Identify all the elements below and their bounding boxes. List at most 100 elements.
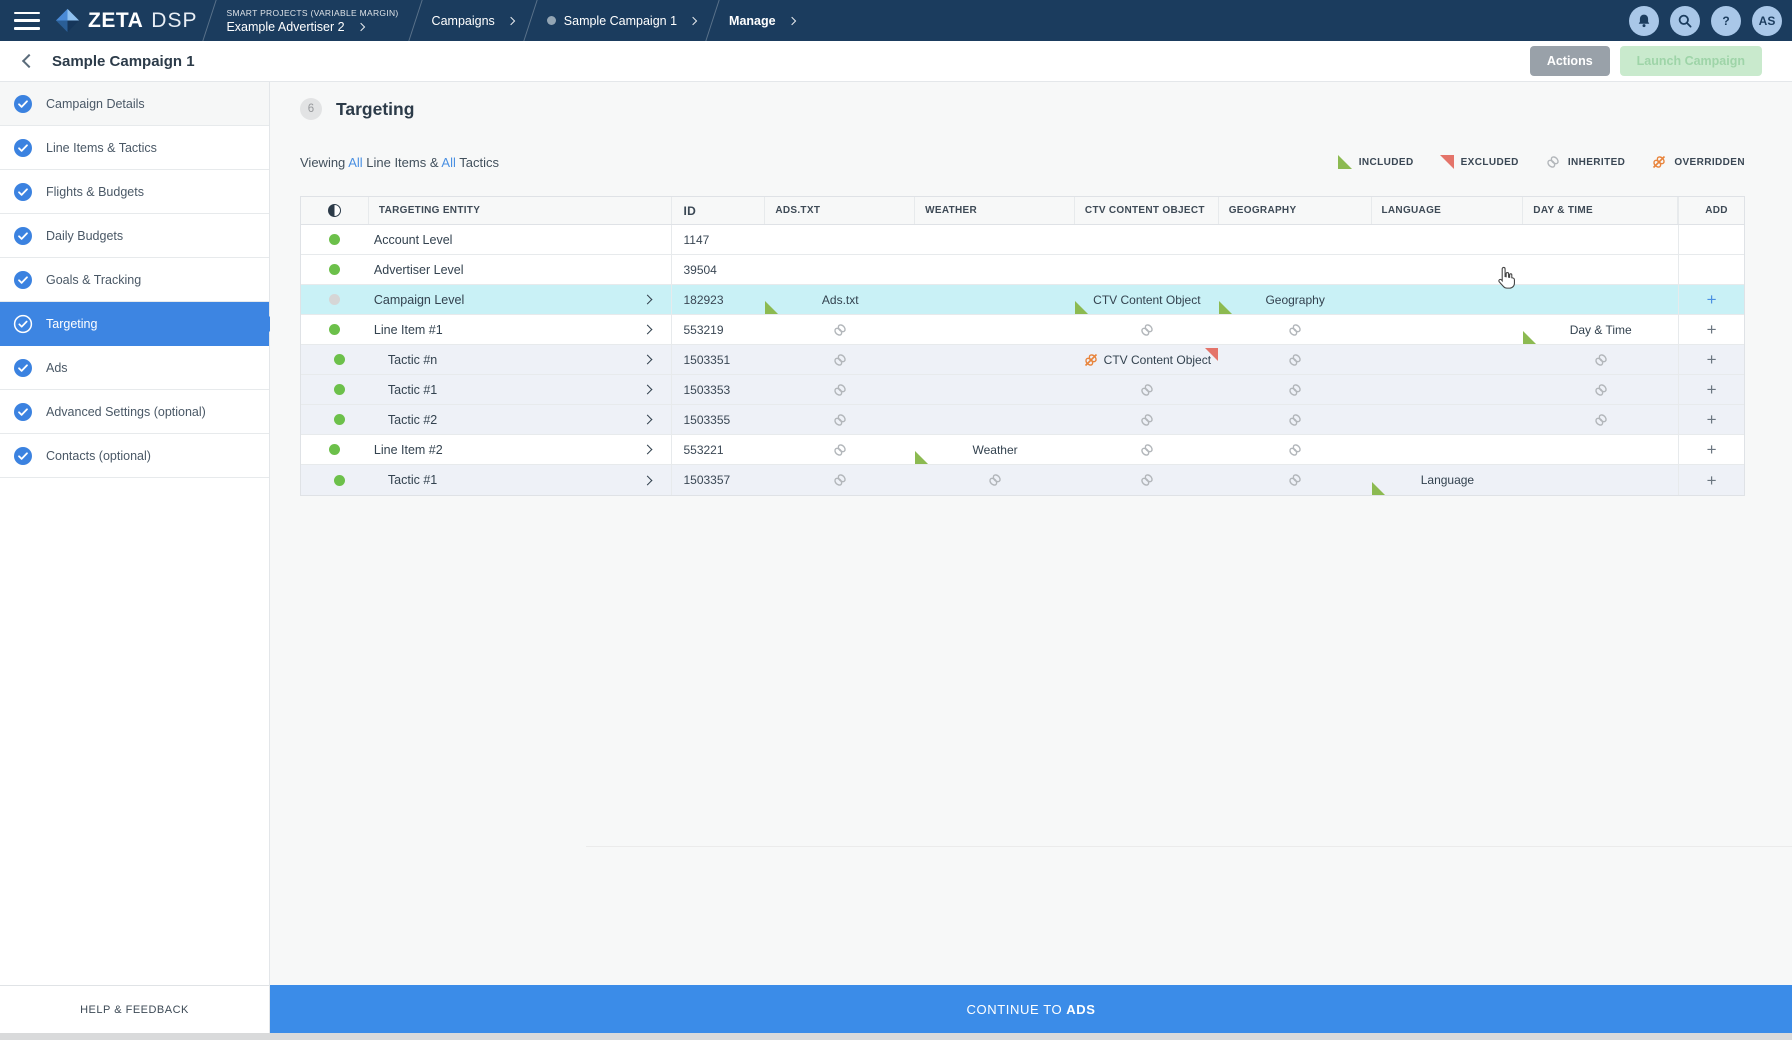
targeting-cell-label: CTV Content Object xyxy=(1093,293,1200,307)
viewing-text: Tactics xyxy=(456,155,499,170)
status-dot-icon xyxy=(334,414,345,425)
expand-chevron-icon[interactable] xyxy=(643,325,653,335)
cell-add xyxy=(1678,255,1744,284)
included-marker-icon xyxy=(1523,331,1536,344)
legend-label: INCLUDED xyxy=(1359,157,1414,168)
sidebar-item-line-items-tactics[interactable]: Line Items & Tactics xyxy=(0,126,269,170)
column-header-status xyxy=(301,197,369,224)
sidebar-item-ads[interactable]: Ads xyxy=(0,346,269,390)
cell-status xyxy=(301,225,369,254)
inherited-icon xyxy=(832,352,848,368)
cell-language xyxy=(1372,225,1524,254)
notifications-button[interactable] xyxy=(1629,6,1659,36)
cell-weather: Weather xyxy=(915,435,1075,464)
top-nav-bar: ZETA DSP SMART PROJECTS (VARIABLE MARGIN… xyxy=(0,0,1792,41)
help-feedback-link[interactable]: HELP & FEEDBACK xyxy=(0,985,270,1033)
cell-id: 1503357 xyxy=(672,465,765,495)
cell-geography xyxy=(1219,405,1372,434)
continue-to-ads-bar[interactable]: CONTINUE TOADS xyxy=(270,985,1792,1033)
included-marker-icon xyxy=(1219,301,1232,314)
targeting-cell-label: CTV Content Object xyxy=(1104,353,1211,367)
chevron-right-icon xyxy=(787,16,795,24)
table-row[interactable]: Account Level 1147 xyxy=(301,225,1744,255)
contrast-toggle-icon[interactable] xyxy=(328,204,341,217)
avatar[interactable]: AS xyxy=(1752,6,1782,36)
zeta-dsp-logo[interactable]: ZETA DSP xyxy=(54,7,197,34)
expand-chevron-icon[interactable] xyxy=(643,475,653,485)
table-row[interactable]: Tactic #1 1503353 + xyxy=(301,375,1744,405)
status-dot-icon xyxy=(329,234,340,245)
cell-add: + xyxy=(1678,375,1744,404)
help-button[interactable]: ? xyxy=(1711,6,1741,36)
expand-chevron-icon[interactable] xyxy=(643,415,653,425)
cell-weather xyxy=(915,285,1075,314)
cell-geography xyxy=(1219,225,1372,254)
cell-entity: Campaign Level xyxy=(369,285,673,314)
table-row[interactable]: Campaign Level 182923 Ads.txtCTV Content… xyxy=(301,285,1744,315)
sidebar-item-label: Contacts (optional) xyxy=(46,449,151,463)
table-row[interactable]: Tactic #2 1503355 + xyxy=(301,405,1744,435)
add-targeting-button[interactable]: + xyxy=(1707,381,1717,398)
check-circle-icon xyxy=(13,182,33,202)
actions-button[interactable]: Actions xyxy=(1530,46,1610,76)
search-button[interactable] xyxy=(1670,6,1700,36)
check-circle-icon xyxy=(13,226,33,246)
add-targeting-button[interactable]: + xyxy=(1707,411,1717,428)
breadcrumb[interactable]: Manage xyxy=(715,0,809,41)
table-row[interactable]: Line Item #1 553219 Day & Time + xyxy=(301,315,1744,345)
cell-geography xyxy=(1219,345,1372,374)
cell-adstxt xyxy=(765,435,915,464)
sidebar-item-label: Targeting xyxy=(46,317,97,331)
cell-entity: Account Level xyxy=(369,225,673,254)
breadcrumb[interactable]: Campaigns xyxy=(418,0,528,41)
table-row[interactable]: Tactic #n 1503351 CTV Content Object + xyxy=(301,345,1744,375)
add-targeting-button[interactable]: + xyxy=(1707,441,1717,458)
add-targeting-button[interactable]: + xyxy=(1707,321,1717,338)
inherited-icon xyxy=(832,442,848,458)
inherited-icon xyxy=(832,472,848,488)
sidebar-item-flights-budgets[interactable]: Flights & Budgets xyxy=(0,170,269,214)
all-line-items-link[interactable]: All xyxy=(348,155,362,170)
back-chevron-icon[interactable] xyxy=(22,54,36,68)
cell-language xyxy=(1372,255,1524,284)
expand-chevron-icon[interactable] xyxy=(643,295,653,305)
status-dot-icon xyxy=(547,16,556,25)
cell-id: 39504 xyxy=(672,255,765,284)
cell-daytime xyxy=(1523,405,1678,434)
sidebar-item-targeting[interactable]: Targeting xyxy=(0,302,269,346)
breadcrumb-label: Example Advertiser 2 xyxy=(226,20,344,34)
sidebar-item-contacts-optional[interactable]: Contacts (optional) xyxy=(0,434,269,478)
content-divider xyxy=(586,846,1792,847)
sidebar-item-goals-tracking[interactable]: Goals & Tracking xyxy=(0,258,269,302)
all-tactics-link[interactable]: All xyxy=(441,155,455,170)
cell-id: 553221 xyxy=(672,435,765,464)
sidebar-item-daily-budgets[interactable]: Daily Budgets xyxy=(0,214,269,258)
page-title: Sample Campaign 1 xyxy=(52,53,195,70)
entity-label: Line Item #1 xyxy=(369,323,443,337)
status-dot-icon xyxy=(334,384,345,395)
expand-chevron-icon[interactable] xyxy=(643,445,653,455)
hamburger-menu-icon[interactable] xyxy=(14,12,40,30)
breadcrumb[interactable]: Sample Campaign 1 xyxy=(533,0,710,41)
table-row[interactable]: Line Item #2 553221 Weather + xyxy=(301,435,1744,465)
launch-campaign-button[interactable]: Launch Campaign xyxy=(1620,46,1762,76)
cell-daytime xyxy=(1523,345,1678,374)
inherited-icon xyxy=(1593,352,1609,368)
add-targeting-button[interactable]: + xyxy=(1707,351,1717,368)
sidebar-item-campaign-details[interactable]: Campaign Details xyxy=(0,82,269,126)
sidebar-item-advanced-settings-optional[interactable]: Advanced Settings (optional) xyxy=(0,390,269,434)
table-row[interactable]: Advertiser Level 39504 xyxy=(301,255,1744,285)
targeting-cell-label: Weather xyxy=(972,443,1017,457)
cell-status xyxy=(301,345,369,374)
add-targeting-button[interactable]: + xyxy=(1707,472,1717,489)
expand-chevron-icon[interactable] xyxy=(643,355,653,365)
zeta-diamond-icon xyxy=(54,7,81,34)
add-targeting-button[interactable]: + xyxy=(1707,291,1717,308)
cell-adstxt xyxy=(765,375,915,404)
table-row[interactable]: Tactic #1 1503357 Language + xyxy=(301,465,1744,495)
expand-chevron-icon[interactable] xyxy=(643,385,653,395)
breadcrumb[interactable]: SMART PROJECTS (VARIABLE MARGIN) Example… xyxy=(212,0,412,41)
cell-entity: Tactic #1 xyxy=(369,375,673,404)
cell-entity: Line Item #2 xyxy=(369,435,673,464)
cell-entity: Tactic #2 xyxy=(369,405,673,434)
